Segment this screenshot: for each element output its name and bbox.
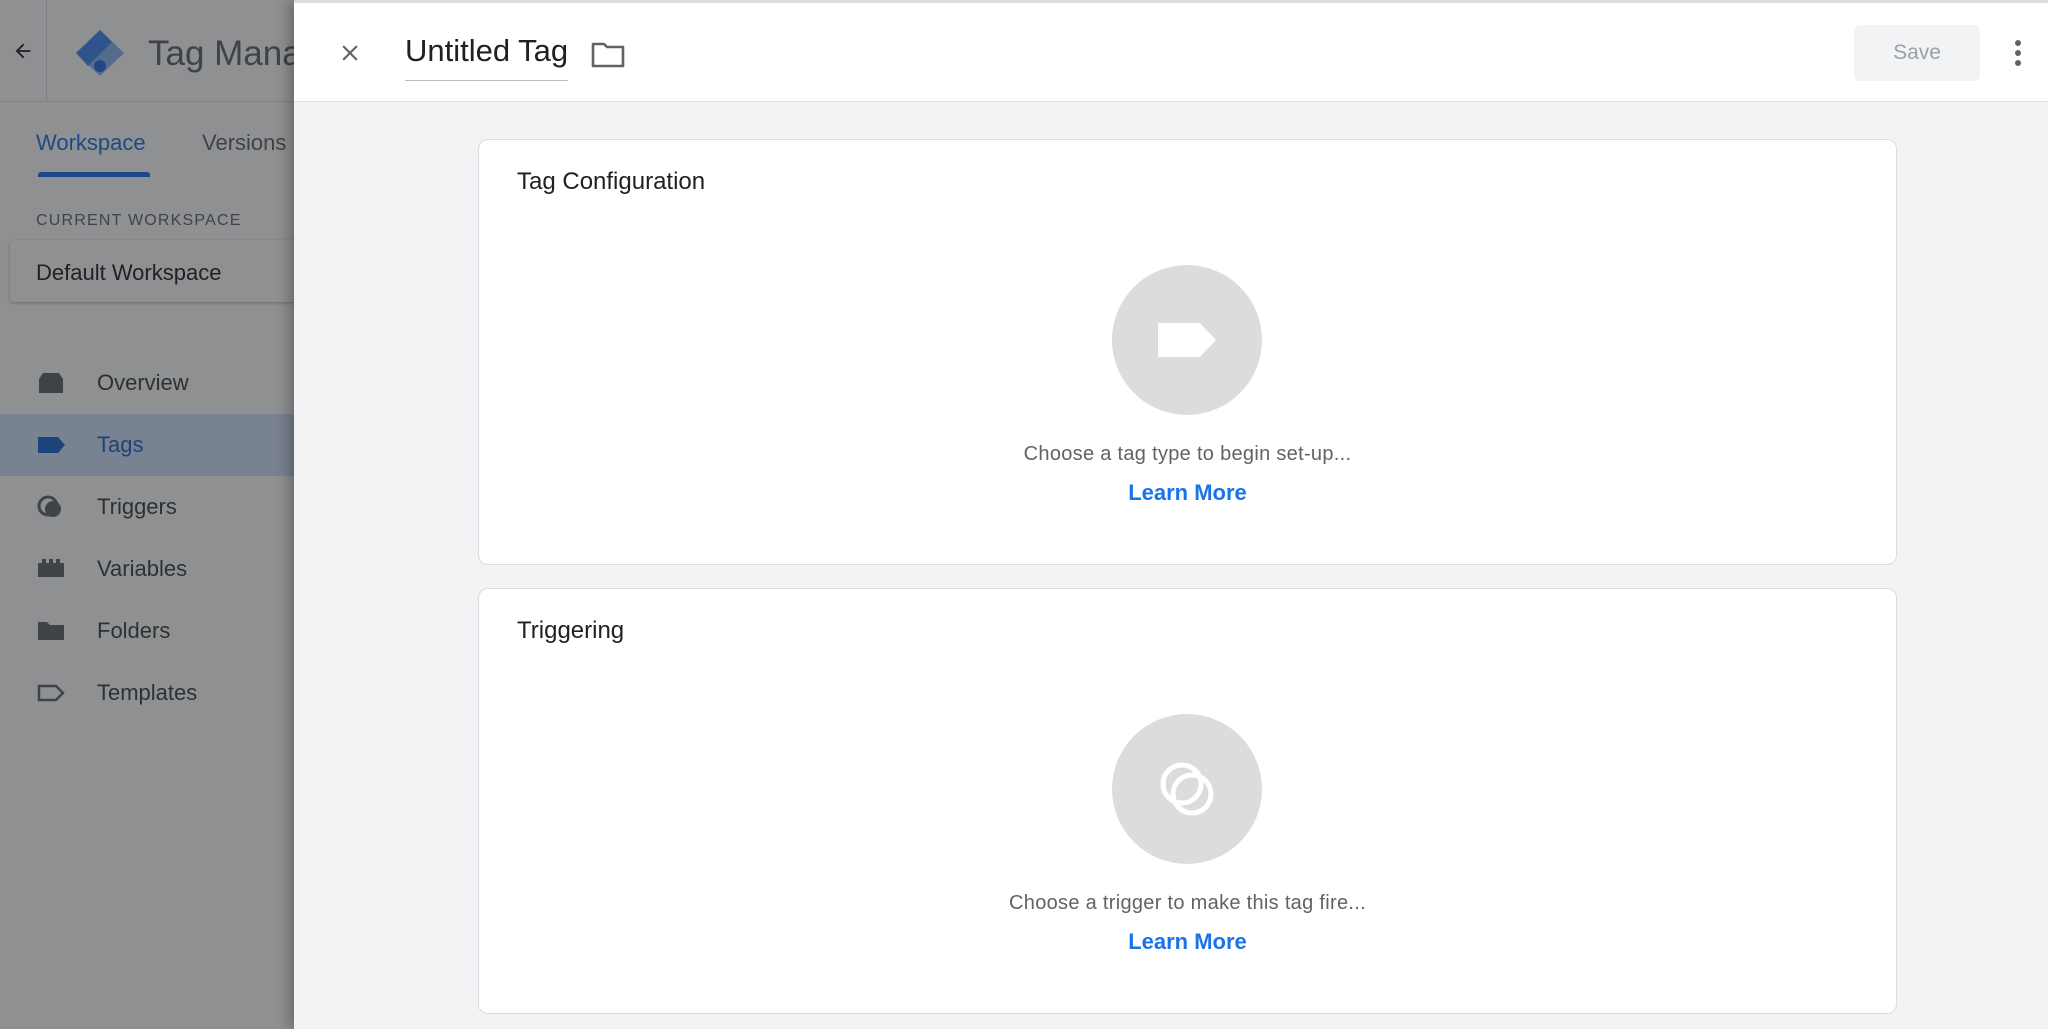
tag-editor-panel: Untitled Tag Save Tag Configuration Choo…: [294, 0, 2048, 1029]
triggering-card[interactable]: Triggering Choose a trigger to make this…: [478, 588, 1897, 1014]
card-description: Choose a trigger to make this tag fire..…: [1009, 892, 1366, 914]
card-title: Triggering: [517, 617, 625, 644]
tag-configuration-card[interactable]: Tag Configuration Choose a tag type to b…: [478, 139, 1897, 565]
trigger-icon: [1160, 762, 1214, 816]
folder-outline-icon: [591, 42, 625, 68]
tag-name-field[interactable]: Untitled Tag: [405, 33, 569, 81]
tag-icon: [1158, 323, 1216, 357]
tag-name-text: Untitled Tag: [405, 33, 569, 68]
folder-button[interactable]: [590, 39, 626, 71]
editor-header: Untitled Tag Save: [294, 0, 2048, 102]
modal-scrim[interactable]: [0, 0, 294, 1029]
more-options-button[interactable]: [2006, 33, 2030, 73]
save-button[interactable]: Save: [1854, 25, 1980, 81]
more-vert-icon: [2015, 40, 2021, 66]
choose-tag-type-button[interactable]: [1112, 265, 1262, 415]
card-title: Tag Configuration: [517, 168, 706, 195]
choose-trigger-button[interactable]: [1112, 714, 1262, 864]
learn-more-link[interactable]: Learn More: [479, 929, 1896, 955]
close-icon: [342, 45, 358, 61]
close-button[interactable]: [330, 33, 370, 73]
learn-more-link[interactable]: Learn More: [479, 480, 1896, 506]
card-description: Choose a tag type to begin set-up...: [1023, 443, 1352, 465]
